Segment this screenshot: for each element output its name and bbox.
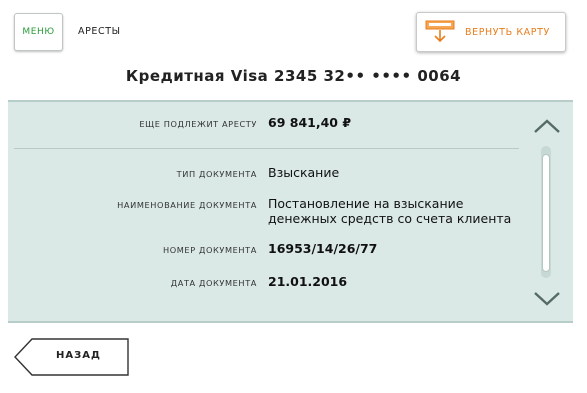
remaining-value: 69 841,40 ₽ xyxy=(268,115,352,130)
scroll-down-icon[interactable] xyxy=(532,290,562,308)
doc-date-value: 21.01.2016 xyxy=(268,274,348,289)
doc-type-label: ТИП ДОКУМЕНТА xyxy=(176,169,257,179)
card-title: Кредитная Visa 2345 32•• •••• 0064 xyxy=(125,67,462,85)
menu-button[interactable]: МЕНЮ xyxy=(14,13,63,51)
doc-number-value: 16953/14/26/77 xyxy=(268,241,378,256)
doc-date-label: ДАТА ДОКУМЕНТА xyxy=(170,278,257,288)
remaining-label: ЕЩЕ ПОДЛЕЖИТ АРЕСТУ xyxy=(139,119,257,129)
doc-name-label: НАИМЕНОВАНИЕ ДОКУМЕНТА xyxy=(117,200,257,210)
arrest-details-panel: ЕЩЕ ПОДЛЕЖИТ АРЕСТУ 69 841,40 ₽ ТИП ДОКУ… xyxy=(8,100,573,323)
menu-button-label: МЕНЮ xyxy=(22,27,55,37)
back-button[interactable]: НАЗАД xyxy=(12,336,132,378)
doc-number-label: НОМЕР ДОКУМЕНТА xyxy=(162,245,257,255)
card-eject-icon xyxy=(425,20,455,43)
scrollbar-thumb[interactable] xyxy=(542,154,550,272)
back-button-label: НАЗАД xyxy=(56,350,101,361)
doc-name-value-line2: денежных средств со счета клиента xyxy=(268,211,512,226)
return-card-label: ВЕРНУТЬ КАРТУ xyxy=(465,26,550,38)
divider xyxy=(14,148,519,149)
return-card-button[interactable]: ВЕРНУТЬ КАРТУ xyxy=(416,12,566,52)
scroll-up-icon[interactable] xyxy=(532,117,562,135)
doc-name-value-line1: Постановление на взыскание xyxy=(268,196,464,211)
page-title: АРЕСТЫ xyxy=(78,26,121,37)
doc-type-value: Взыскание xyxy=(268,165,340,180)
